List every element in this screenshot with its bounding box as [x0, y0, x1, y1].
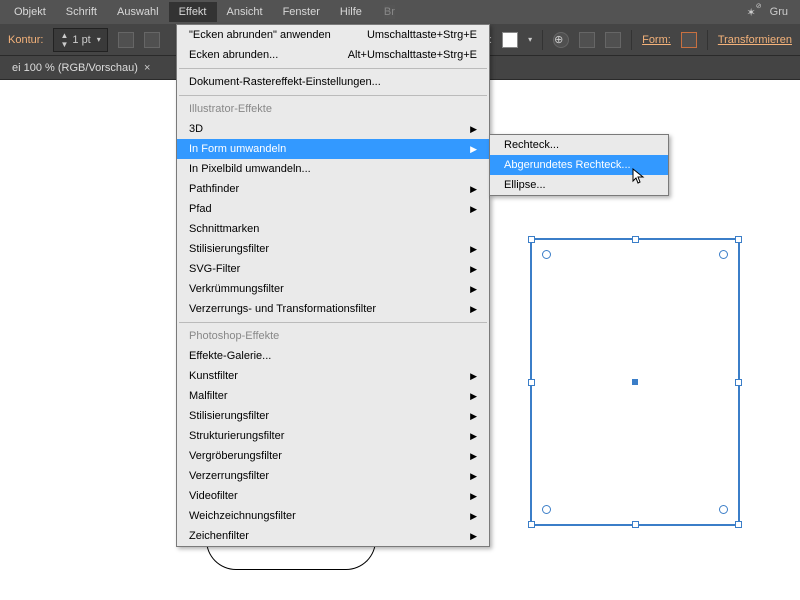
handle-bc[interactable] [632, 521, 639, 528]
chevron-right-icon: ▶ [470, 264, 477, 275]
menu-stylize[interactable]: Stilisierungsfilter▶ [177, 239, 489, 259]
stroke-profile-icon[interactable] [144, 32, 160, 48]
anchor-tr[interactable] [719, 250, 728, 259]
convert-shape-submenu: Rechteck... Abgerundetes Rechteck... Ell… [489, 134, 669, 196]
workspace-label[interactable]: Gru [770, 6, 788, 18]
submenu-rounded-rect[interactable]: Abgerundetes Rechteck... [490, 155, 668, 175]
menu-stylize-ps[interactable]: Stilisierungsfilter▶ [177, 406, 489, 426]
center-point[interactable] [632, 379, 638, 385]
form-link[interactable]: Form: [642, 34, 671, 46]
menu-effect-gallery[interactable]: Effekte-Galerie... [177, 346, 489, 366]
chevron-right-icon: ▶ [470, 411, 477, 422]
handle-tc[interactable] [632, 236, 639, 243]
menu-brush[interactable]: Malfilter▶ [177, 386, 489, 406]
anchor-bl[interactable] [542, 505, 551, 514]
transform-link[interactable]: Transformieren [718, 34, 792, 46]
chevron-right-icon: ▶ [470, 144, 477, 155]
selection-box[interactable] [530, 238, 740, 526]
menu-video[interactable]: Videofilter▶ [177, 486, 489, 506]
menu-cropmarks[interactable]: Schnittmarken [177, 219, 489, 239]
handle-br[interactable] [735, 521, 742, 528]
chevron-right-icon: ▶ [470, 491, 477, 502]
handle-mr[interactable] [735, 379, 742, 386]
chevron-right-icon: ▶ [470, 124, 477, 135]
tab-close-icon[interactable]: × [144, 62, 150, 74]
menu-distort[interactable]: Verzerrungs- und Transformationsfilter▶ [177, 299, 489, 319]
menu-blur[interactable]: Weichzeichnungsfilter▶ [177, 506, 489, 526]
chevron-right-icon: ▶ [470, 431, 477, 442]
chevron-right-icon: ▶ [470, 511, 477, 522]
chevron-right-icon: ▶ [470, 304, 477, 315]
chevron-right-icon: ▶ [470, 531, 477, 542]
menu-warp[interactable]: Verkrümmungsfilter▶ [177, 279, 489, 299]
bridge-icon[interactable]: Br [384, 5, 395, 19]
effekt-dropdown: "Ecken abrunden" anwendenUmschalttaste+S… [176, 24, 490, 547]
menu-objekt[interactable]: Objekt [4, 2, 56, 22]
menu-distort-ps[interactable]: Verzerrungsfilter▶ [177, 466, 489, 486]
chevron-right-icon: ▶ [470, 204, 477, 215]
handle-tr[interactable] [735, 236, 742, 243]
submenu-ellipse[interactable]: Ellipse... [490, 175, 668, 195]
style-swatch[interactable] [502, 32, 518, 48]
chevron-right-icon: ▶ [470, 371, 477, 382]
chevron-right-icon: ▶ [470, 244, 477, 255]
submenu-rectangle[interactable]: Rechteck... [490, 135, 668, 155]
menu-fenster[interactable]: Fenster [273, 2, 330, 22]
anchor-tl[interactable] [542, 250, 551, 259]
document-tab[interactable]: ei 100 % (RGB/Vorschau) × [4, 58, 158, 78]
chevron-right-icon: ▶ [470, 184, 477, 195]
menubar-right: ✶⊘ Gru [746, 6, 796, 19]
menu-auswahl[interactable]: Auswahl [107, 2, 169, 22]
globe-icon[interactable]: ⊕ [553, 32, 569, 48]
menu-sketch[interactable]: Zeichenfilter▶ [177, 526, 489, 546]
stroke-dash-icon[interactable] [118, 32, 134, 48]
menu-pathfinder[interactable]: Pathfinder▶ [177, 179, 489, 199]
chevron-right-icon: ▶ [470, 471, 477, 482]
handle-bl[interactable] [528, 521, 535, 528]
menu-rasterize[interactable]: In Pixelbild umwandeln... [177, 159, 489, 179]
menubar: Objekt Schrift Auswahl Effekt Ansicht Fe… [0, 0, 800, 24]
menu-header-illustrator: Illustrator-Effekte [177, 99, 489, 119]
menu-3d[interactable]: 3D▶ [177, 119, 489, 139]
anchor-br[interactable] [719, 505, 728, 514]
menu-schrift[interactable]: Schrift [56, 2, 107, 22]
menu-convert-shape[interactable]: In Form umwandeln▶ [177, 139, 489, 159]
menubar-icons: Br [384, 5, 411, 19]
chevron-right-icon: ▶ [470, 391, 477, 402]
menu-doc-raster[interactable]: Dokument-Rastereffekt-Einstellungen... [177, 72, 489, 92]
doc-setup-icon[interactable] [579, 32, 595, 48]
menu-artistic[interactable]: Kunstfilter▶ [177, 366, 489, 386]
chevron-right-icon: ▶ [470, 451, 477, 462]
chevron-right-icon: ▶ [470, 284, 477, 295]
shape-icon[interactable] [681, 32, 697, 48]
kontur-label: Kontur: [8, 34, 43, 46]
stroke-weight-input[interactable]: ▲▼1 pt▾ [53, 28, 107, 52]
menu-hilfe[interactable]: Hilfe [330, 2, 372, 22]
menu-effekt[interactable]: Effekt [169, 2, 217, 22]
menu-path[interactable]: Pfad▶ [177, 199, 489, 219]
menu-svg-filter[interactable]: SVG-Filter▶ [177, 259, 489, 279]
prefs-icon[interactable] [605, 32, 621, 48]
menu-texture[interactable]: Strukturierungsfilter▶ [177, 426, 489, 446]
tab-title: ei 100 % (RGB/Vorschau) [12, 62, 138, 74]
menu-header-photoshop: Photoshop-Effekte [177, 326, 489, 346]
menu-ansicht[interactable]: Ansicht [217, 2, 273, 22]
menu-pixelate[interactable]: Vergröberungsfilter▶ [177, 446, 489, 466]
menu-round-corners[interactable]: Ecken abrunden...Alt+Umschalttaste+Strg+… [177, 45, 489, 65]
menu-apply-effect[interactable]: "Ecken abrunden" anwendenUmschalttaste+S… [177, 25, 489, 45]
handle-ml[interactable] [528, 379, 535, 386]
notif-icon[interactable]: ✶⊘ [746, 6, 755, 19]
handle-tl[interactable] [528, 236, 535, 243]
